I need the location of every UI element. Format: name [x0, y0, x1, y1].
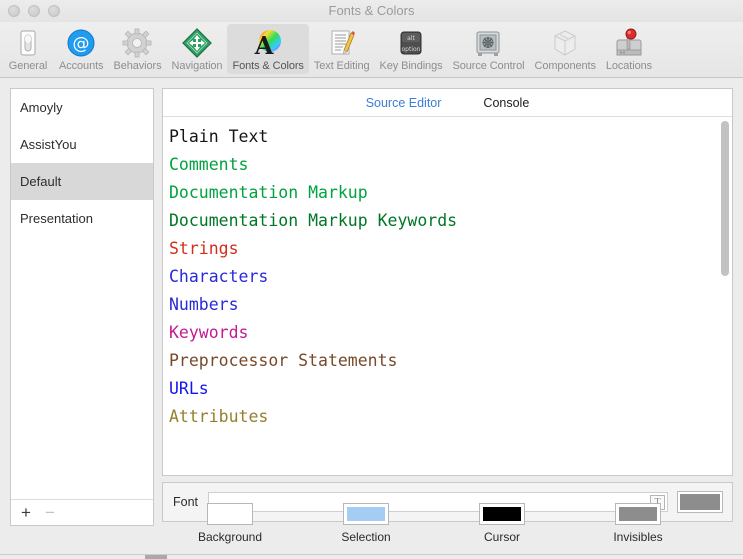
option-key-icon: alt option [395, 27, 427, 59]
toolbar-label: Source Control [452, 60, 525, 72]
toolbar-label: General [8, 60, 48, 72]
theme-name: Default [20, 174, 62, 189]
theme-name: AssistYou [20, 137, 77, 152]
swatch-cell-cursor: Cursor [434, 503, 570, 544]
editor-console-tabs: Source Editor Console [163, 89, 732, 117]
remove-theme-button[interactable]: − [45, 504, 55, 521]
tab-source-editor[interactable]: Source Editor [366, 96, 442, 110]
preferences-toolbar: General @ Accounts Behaviors Navigation … [0, 22, 743, 78]
syntax-list-scrollbar[interactable] [721, 121, 730, 423]
toolbar-label: Navigation [171, 60, 223, 72]
syntax-row-documentation-markup[interactable]: Documentation Markup [169, 179, 732, 207]
swatch-cell-selection: Selection [298, 503, 434, 544]
scrollbar-thumb[interactable] [721, 121, 729, 276]
toolbar-item-key-bindings[interactable]: alt option Key Bindings [374, 24, 447, 74]
toolbar-item-fonts-and-colors[interactable]: A Fonts & Colors [227, 24, 309, 74]
syntax-row-keywords[interactable]: Keywords [169, 319, 732, 347]
title-bar: Fonts & Colors [0, 0, 743, 22]
at-sign-icon: @ [65, 27, 97, 59]
syntax-colors-panel: Source Editor Console Plain Text Comment… [162, 88, 733, 476]
preferences-window: Fonts & Colors General @ Accounts Behavi… [0, 0, 743, 559]
swatch-label: Selection [341, 530, 391, 544]
theme-item-amoyly[interactable]: Amoyly [11, 89, 153, 126]
tab-console[interactable]: Console [483, 96, 529, 110]
svg-text:alt: alt [407, 35, 415, 42]
syntax-row-attributes[interactable]: Attributes [169, 403, 732, 431]
compass-arrows-icon [181, 27, 213, 59]
window-bottom-scrollbar[interactable] [0, 554, 743, 559]
background-color-chip [211, 507, 249, 521]
syntax-row-comments[interactable]: Comments [169, 151, 732, 179]
invisibles-color-well[interactable] [615, 503, 661, 525]
selection-color-chip [347, 507, 385, 521]
syntax-list: Plain Text Comments Documentation Markup… [163, 117, 732, 431]
settings-pane: Source Editor Console Plain Text Comment… [162, 88, 733, 526]
swatch-cell-invisibles: Invisibles [570, 503, 706, 544]
package-box-icon [549, 27, 581, 59]
preferences-body: Amoyly AssistYou Default Presentation + … [0, 78, 743, 526]
toolbar-item-navigation[interactable]: Navigation [166, 24, 227, 74]
svg-text:option: option [401, 46, 420, 53]
toolbar-item-behaviors[interactable]: Behaviors [108, 24, 166, 74]
toolbar-label: Key Bindings [379, 60, 443, 72]
hard-drive-pin-icon [613, 27, 645, 59]
swatch-cell-background: Background [162, 503, 298, 544]
toolbar-label: Fonts & Colors [232, 60, 304, 72]
theme-item-assistyou[interactable]: AssistYou [11, 126, 153, 163]
safe-vault-icon [472, 27, 504, 59]
toolbar-label: Components [534, 60, 596, 72]
toolbar-item-general[interactable]: General [2, 24, 54, 74]
toolbar-item-text-editing[interactable]: Text Editing [309, 24, 375, 74]
font-color-wheel-icon: A [252, 27, 284, 59]
toolbar-label: Accounts [59, 60, 104, 72]
theme-item-presentation[interactable]: Presentation [11, 200, 153, 237]
syntax-row-characters[interactable]: Characters [169, 263, 732, 291]
syntax-row-numbers[interactable]: Numbers [169, 291, 732, 319]
theme-sidebar: Amoyly AssistYou Default Presentation + … [10, 88, 154, 526]
theme-name: Presentation [20, 211, 93, 226]
theme-list: Amoyly AssistYou Default Presentation [11, 89, 153, 499]
syntax-list-container: Plain Text Comments Documentation Markup… [163, 117, 732, 475]
toolbar-label: Text Editing [313, 60, 370, 72]
toolbar-item-locations[interactable]: Locations [601, 24, 657, 74]
syntax-row-documentation-markup-keywords[interactable]: Documentation Markup Keywords [169, 207, 732, 235]
swatch-label: Invisibles [613, 530, 663, 544]
theme-item-default[interactable]: Default [11, 163, 153, 200]
theme-name: Amoyly [20, 100, 63, 115]
toolbar-label: Locations [605, 60, 653, 72]
syntax-row-strings[interactable]: Strings [169, 235, 732, 263]
toolbar-label: Behaviors [113, 60, 162, 72]
background-color-well[interactable] [207, 503, 253, 525]
toolbar-item-components[interactable]: Components [529, 24, 600, 74]
gear-icon [121, 27, 153, 59]
document-pencil-icon [326, 27, 358, 59]
svg-text:A: A [254, 31, 274, 58]
syntax-row-urls[interactable]: URLs [169, 375, 732, 403]
svg-text:@: @ [73, 34, 90, 54]
swatch-label: Cursor [483, 530, 520, 544]
add-theme-button[interactable]: + [21, 504, 31, 521]
selection-color-well[interactable] [343, 503, 389, 525]
cursor-color-chip [483, 507, 521, 521]
window-title: Fonts & Colors [328, 3, 415, 18]
invisibles-color-chip [619, 507, 657, 521]
toolbar-item-source-control[interactable]: Source Control [448, 24, 530, 74]
syntax-row-preprocessor-statements[interactable]: Preprocessor Statements [169, 347, 732, 375]
swatch-label: Background [197, 530, 263, 544]
color-swatch-bar: Background Selection Cursor Invisibles [162, 495, 743, 559]
bottom-scrollbar-thumb[interactable] [145, 555, 167, 559]
toolbar-item-accounts[interactable]: @ Accounts [54, 24, 108, 74]
syntax-row-plain-text[interactable]: Plain Text [169, 123, 732, 151]
theme-list-footer: + − [11, 499, 153, 525]
cursor-color-well[interactable] [479, 503, 525, 525]
general-switch-icon [12, 27, 44, 59]
